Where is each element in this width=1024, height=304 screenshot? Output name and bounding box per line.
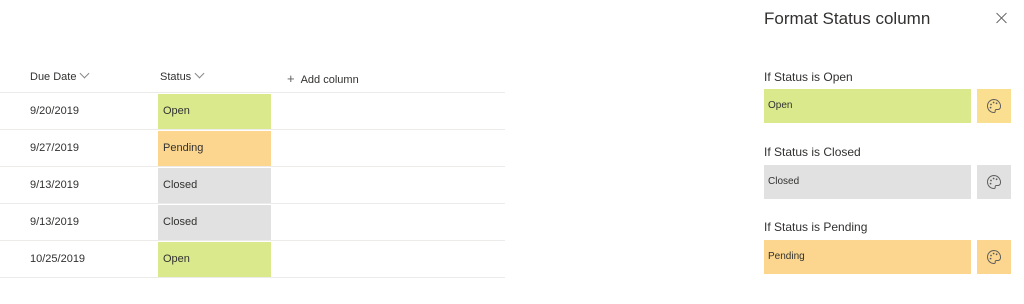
palette-button-open[interactable] (977, 89, 1011, 123)
table-row[interactable]: 9/20/2019 Open (0, 93, 505, 130)
rule-label-open: If Status is Open (764, 70, 853, 84)
palette-icon (987, 98, 1001, 114)
due-date-cell: 10/25/2019 (30, 253, 86, 265)
table-row[interactable]: 10/25/2019 Open (0, 241, 505, 278)
rule-swatch-pending[interactable]: Pending (764, 240, 971, 274)
close-icon[interactable] (992, 9, 1012, 29)
column-header-label: Due Date (30, 71, 77, 83)
rule-label-closed: If Status is Closed (764, 145, 861, 159)
palette-icon (987, 174, 1001, 190)
chevron-down-icon (194, 68, 205, 79)
panel-title: Format Status column (764, 9, 931, 28)
add-column-button[interactable]: + Add column (287, 71, 359, 86)
palette-button-closed[interactable] (977, 165, 1011, 199)
palette-button-pending[interactable] (977, 240, 1011, 274)
column-header-label: Status (160, 71, 192, 83)
list-header: Due Date Status + Add column (0, 62, 505, 93)
palette-icon (987, 249, 1001, 265)
rule-swatch-closed[interactable]: Closed (764, 165, 971, 199)
rule-label-pending: If Status is Pending (764, 220, 868, 234)
status-cell[interactable]: Closed (158, 205, 271, 240)
table-row[interactable]: 9/13/2019 Closed (0, 167, 505, 204)
due-date-cell: 9/27/2019 (30, 142, 79, 154)
due-date-cell: 9/13/2019 (30, 216, 79, 228)
table-row[interactable]: 9/27/2019 Pending (0, 130, 505, 167)
status-cell[interactable]: Closed (158, 168, 271, 203)
status-cell[interactable]: Open (158, 242, 271, 277)
column-header-status[interactable]: Status (160, 68, 205, 83)
chevron-down-icon (80, 68, 90, 79)
page: Due Date Status + Add column 9/20/2019 Op… (0, 0, 1024, 304)
table-row[interactable]: 9/13/2019 Closed (0, 204, 505, 241)
due-date-cell: 9/13/2019 (30, 179, 79, 191)
list-view: Due Date Status + Add column 9/20/2019 Op… (0, 0, 735, 304)
plus-icon: + (287, 71, 295, 86)
due-date-cell: 9/20/2019 (30, 105, 79, 117)
column-header-due-date[interactable]: Due Date (30, 68, 90, 83)
add-column-label: Add column (300, 74, 359, 86)
rule-swatch-open[interactable]: Open (764, 89, 971, 123)
status-cell[interactable]: Pending (158, 131, 271, 166)
status-cell[interactable]: Open (158, 94, 271, 129)
